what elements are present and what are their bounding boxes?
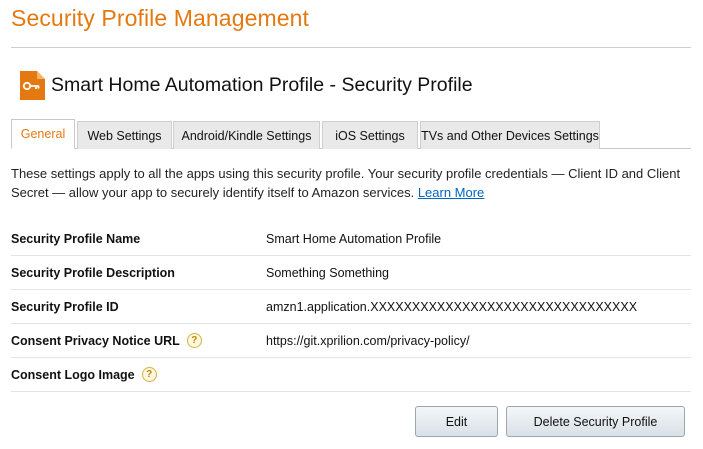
learn-more-link[interactable]: Learn More xyxy=(418,185,484,200)
title-divider xyxy=(11,47,691,48)
profile-header: Smart Home Automation Profile - Security… xyxy=(20,70,473,100)
detail-value: amzn1.application.XXXXXXXXXXXXXXXXXXXXXX… xyxy=(266,299,638,314)
detail-row-name: Security Profile Name Smart Home Automat… xyxy=(11,222,691,256)
detail-label: Security Profile Name xyxy=(11,231,141,246)
detail-value: https://git.xprilion.com/privacy-policy/ xyxy=(266,333,470,348)
tab-web-settings[interactable]: Web Settings xyxy=(77,121,172,149)
tab-general[interactable]: General xyxy=(11,119,75,149)
description-text: These settings apply to all the apps usi… xyxy=(11,166,681,200)
detail-label: Security Profile Description xyxy=(11,265,175,280)
profile-details: Security Profile Name Smart Home Automat… xyxy=(11,222,691,392)
tab-android-kindle-settings[interactable]: Android/Kindle Settings xyxy=(173,121,320,149)
detail-label: Consent Logo Image xyxy=(11,367,135,382)
delete-security-profile-button[interactable]: Delete Security Profile xyxy=(506,406,685,437)
detail-row-privacy-url: Consent Privacy Notice URL ? https://git… xyxy=(11,324,691,358)
detail-row-logo-image: Consent Logo Image ? xyxy=(11,358,691,392)
tab-tvs-other-devices-settings[interactable]: TVs and Other Devices Settings xyxy=(420,121,600,149)
detail-value: Smart Home Automation Profile xyxy=(266,231,442,246)
help-icon[interactable]: ? xyxy=(141,367,157,382)
key-icon xyxy=(20,70,45,100)
tab-ios-settings[interactable]: iOS Settings xyxy=(322,121,418,149)
detail-label: Consent Privacy Notice URL xyxy=(11,333,180,348)
settings-tabs: General Web Settings Android/Kindle Sett… xyxy=(11,119,691,149)
settings-description: These settings apply to all the apps usi… xyxy=(11,164,691,202)
detail-label: Security Profile ID xyxy=(11,299,119,314)
profile-heading: Smart Home Automation Profile - Security… xyxy=(51,73,473,96)
edit-button[interactable]: Edit xyxy=(415,406,498,437)
detail-row-description: Security Profile Description Something S… xyxy=(11,256,691,290)
help-icon[interactable]: ? xyxy=(186,333,202,348)
page-title: Security Profile Management xyxy=(11,5,310,31)
detail-row-id: Security Profile ID amzn1.application.XX… xyxy=(11,290,691,324)
detail-value: Something Something xyxy=(266,265,389,280)
